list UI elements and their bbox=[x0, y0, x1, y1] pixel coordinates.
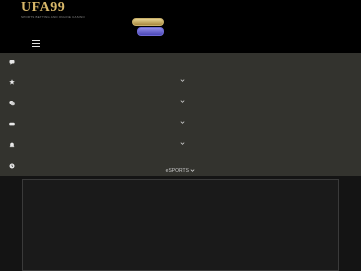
chips-icon bbox=[9, 101, 15, 106]
login-button[interactable] bbox=[132, 18, 164, 26]
hamburger-menu-icon[interactable] bbox=[32, 40, 40, 47]
menu-item-games[interactable] bbox=[0, 115, 361, 135]
content-frame bbox=[22, 179, 339, 271]
chevron-down-icon bbox=[190, 169, 195, 172]
esports-dropdown[interactable]: eSPORTS bbox=[0, 167, 361, 175]
chevron-down-icon[interactable] bbox=[180, 99, 185, 104]
brand-name: UFA99 bbox=[21, 0, 66, 15]
star-icon bbox=[9, 79, 15, 85]
chevron-down-icon[interactable] bbox=[180, 120, 185, 125]
gamepad-icon bbox=[9, 122, 15, 126]
chat-icon bbox=[9, 60, 15, 65]
esports-label: eSPORTS bbox=[165, 168, 189, 174]
chevron-down-icon[interactable] bbox=[180, 141, 185, 146]
menu-item-notifications[interactable] bbox=[0, 136, 361, 156]
register-button[interactable] bbox=[137, 27, 164, 36]
header: UFA99 SPORTS BETTING AND ONLINE CASINO bbox=[0, 0, 361, 52]
menu-item-favorites[interactable] bbox=[0, 73, 361, 93]
side-menu: eSPORTS bbox=[0, 53, 361, 176]
brand-logo[interactable]: UFA99 SPORTS BETTING AND ONLINE CASINO bbox=[21, 0, 85, 20]
brand-tagline: SPORTS BETTING AND ONLINE CASINO bbox=[21, 15, 85, 19]
menu-item-casino[interactable] bbox=[0, 94, 361, 114]
bell-icon bbox=[9, 142, 15, 148]
chevron-down-icon[interactable] bbox=[180, 78, 185, 83]
menu-item-chat[interactable] bbox=[0, 53, 361, 73]
